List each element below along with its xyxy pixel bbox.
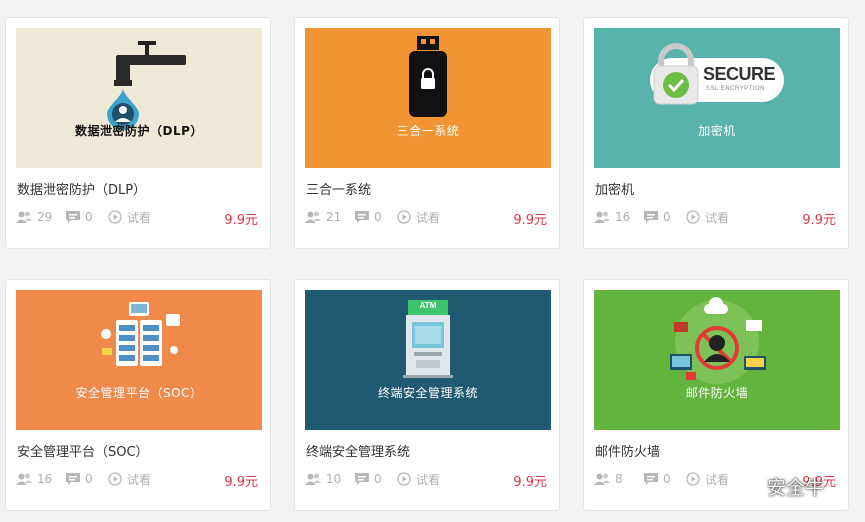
course-meta: 21 0 试看 9.9元	[305, 208, 549, 228]
course-meta: 16 0 试看 9.9元	[16, 470, 260, 490]
play-circle-icon	[686, 472, 700, 486]
course-price: 9.9元	[513, 475, 547, 490]
course-title[interactable]: 安全管理平台（SOC）	[17, 441, 149, 460]
usb-lock-illustration	[409, 36, 447, 117]
comments-count: 0	[66, 470, 93, 488]
course-price: 9.9元	[802, 213, 836, 228]
comments-count: 0	[644, 208, 671, 226]
students-count: 8	[594, 470, 623, 488]
course-card-three-in-one[interactable]: 三合一系统 三合一系统 21 0 试看 9.9元	[294, 17, 560, 249]
preview-link[interactable]: 试看	[397, 470, 440, 488]
people-icon	[305, 473, 321, 485]
course-meta: 10 0 试看 9.9元	[305, 470, 549, 490]
thumbnail-label: 三合一系统	[396, 124, 460, 138]
course-price: 9.9元	[513, 213, 547, 228]
comment-icon	[355, 473, 369, 485]
comment-icon	[644, 211, 658, 223]
students-count: 16	[16, 470, 52, 488]
wechat-watermark: 安全牛	[727, 468, 865, 504]
course-thumbnail: 三合一系统	[305, 28, 551, 168]
course-thumbnail: 邮件防火墙	[594, 290, 840, 430]
course-card-encryptor[interactable]: SECURE SSL ENCRYPTION 加密机 加密机 16 0 试看 9.…	[583, 17, 849, 249]
people-icon	[594, 473, 610, 485]
watermark-text: 安全牛	[767, 476, 825, 499]
course-price: 9.9元	[224, 213, 258, 228]
preview-link[interactable]: 试看	[108, 470, 151, 488]
people-icon	[16, 473, 32, 485]
students-count: 16	[594, 208, 630, 226]
preview-link[interactable]: 试看	[686, 470, 729, 488]
comments-count: 0	[644, 470, 671, 488]
comment-icon	[66, 211, 80, 223]
preview-link[interactable]: 试看	[108, 208, 151, 226]
students-count: 10	[305, 470, 341, 488]
wechat-icon	[728, 474, 759, 497]
course-title[interactable]: 终端安全管理系统	[306, 441, 410, 460]
people-icon	[594, 211, 610, 223]
course-meta: 29 0 试看 9.9元	[16, 208, 260, 228]
play-circle-icon	[108, 210, 122, 224]
course-meta: 16 0 试看 9.9元	[594, 208, 838, 228]
course-thumbnail: 数据泄密防护（DLP）	[16, 28, 262, 168]
preview-link[interactable]: 试看	[686, 208, 729, 226]
ssl-encryption-text: SSL ENCRYPTION	[706, 86, 766, 92]
course-title[interactable]: 加密机	[595, 179, 634, 198]
comment-icon	[644, 473, 658, 485]
faucet-drop-illustration	[107, 41, 186, 130]
course-card-endpoint-security[interactable]: ATM 终端安全管理系统 终端安全管理系统 10 0 试看 9.9元	[294, 279, 560, 511]
comments-count: 0	[66, 208, 93, 226]
course-title[interactable]: 数据泄密防护（DLP）	[17, 179, 146, 198]
atm-illustration	[403, 300, 453, 378]
preview-link[interactable]: 试看	[397, 208, 440, 226]
course-thumbnail: SECURE SSL ENCRYPTION 加密机	[594, 28, 840, 168]
comments-count: 0	[355, 208, 382, 226]
course-title[interactable]: 三合一系统	[306, 179, 371, 198]
thumbnail-label: 终端安全管理系统	[377, 386, 478, 400]
atm-sign: ATM	[419, 301, 437, 310]
thumbnail-label: 邮件防火墙	[685, 386, 749, 400]
students-count: 21	[305, 208, 341, 226]
course-card-soc[interactable]: 安全管理平台（SOC） 安全管理平台（SOC） 16 0 试看 9.9元	[5, 279, 271, 511]
course-thumbnail: ATM 终端安全管理系统	[305, 290, 551, 430]
people-icon	[305, 211, 321, 223]
play-circle-icon	[108, 472, 122, 486]
course-card-dlp[interactable]: 数据泄密防护（DLP） 数据泄密防护（DLP） 29 0 试看 9.9元	[5, 17, 271, 249]
thumbnail-label: 加密机	[698, 124, 736, 138]
hacker-firewall-illustration	[670, 297, 766, 384]
secure-badge-illustration	[650, 43, 784, 105]
comment-icon	[355, 211, 369, 223]
people-icon	[16, 211, 32, 223]
course-price: 9.9元	[224, 475, 258, 490]
play-circle-icon	[397, 210, 411, 224]
thumbnail-label: 安全管理平台（SOC）	[75, 386, 203, 400]
secure-badge-text: SECURE	[703, 64, 776, 84]
thumbnail-label: 数据泄密防护（DLP）	[75, 124, 203, 138]
course-title[interactable]: 邮件防火墙	[595, 441, 660, 460]
students-count: 29	[16, 208, 52, 226]
comment-icon	[66, 473, 80, 485]
play-circle-icon	[686, 210, 700, 224]
play-circle-icon	[397, 472, 411, 486]
comments-count: 0	[355, 470, 382, 488]
server-rack-illustration	[101, 302, 180, 366]
course-thumbnail: 安全管理平台（SOC）	[16, 290, 262, 430]
